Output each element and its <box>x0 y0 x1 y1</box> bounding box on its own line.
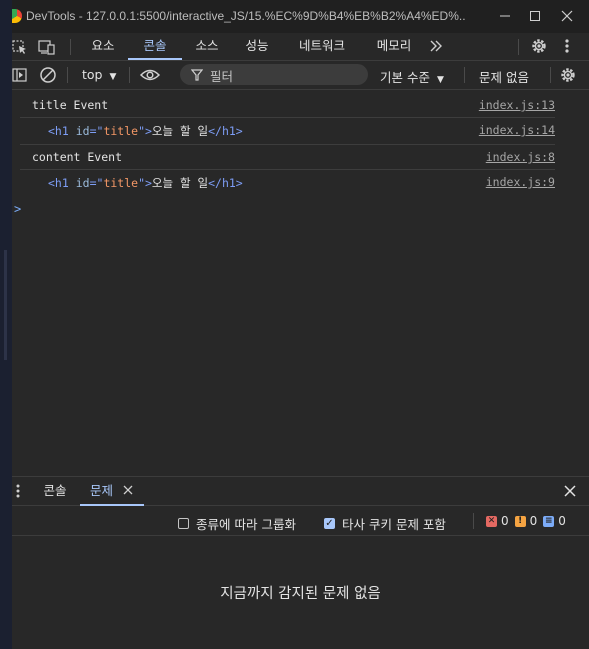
log-levels-label: 기본 수준 <box>380 70 430 85</box>
issues-counter[interactable]: 문제 없음 <box>479 67 529 86</box>
title-bar: DevTools - 127.0.0.1:5500/interactive_JS… <box>12 0 589 33</box>
block-icon <box>40 67 56 83</box>
filter-icon <box>191 69 203 81</box>
gear-icon <box>561 68 575 82</box>
drawer-menu-button[interactable] <box>14 483 22 502</box>
info-count: 0 <box>558 514 566 528</box>
close-tab-icon[interactable] <box>123 485 133 495</box>
drawer-tab-issues[interactable]: 문제 <box>80 477 144 506</box>
drawer-tab-issues-label: 문제 <box>90 483 114 498</box>
maximize-button[interactable] <box>520 6 550 26</box>
element-node[interactable]: <h1 id="title">오늘 할 일</h1> <box>48 175 243 191</box>
kebab-menu-icon <box>16 484 20 498</box>
eye-icon <box>139 69 161 81</box>
kebab-menu-icon <box>565 39 569 53</box>
error-count: 0 <box>501 514 509 528</box>
context-label: top <box>82 67 103 82</box>
close-drawer-button[interactable] <box>564 485 576 500</box>
log-text: title Event <box>32 98 109 112</box>
minimize-icon <box>500 15 510 17</box>
maximize-icon <box>530 11 540 21</box>
group-by-kind-label: 종류에 따라 그룹화 <box>196 517 296 532</box>
element-node[interactable]: <h1 id="title">오늘 할 일</h1> <box>48 123 243 139</box>
filter-placeholder: 필터 <box>210 69 234 84</box>
log-text: content Event <box>32 150 123 164</box>
gear-icon <box>532 39 546 53</box>
console-prompt[interactable]: > <box>14 202 21 216</box>
source-link[interactable]: index.js:13 <box>479 98 555 112</box>
no-issues-message: 지금까지 감지된 문제 없음 <box>220 586 381 602</box>
tab-performance[interactable]: 성능 <box>232 33 282 60</box>
issue-counts[interactable]: ✕ 0 ! 0 ≡ 0 <box>486 514 566 528</box>
third-party-checkbox[interactable]: ✓ <box>324 518 335 529</box>
source-link[interactable]: index.js:9 <box>486 175 555 189</box>
close-icon <box>564 485 576 497</box>
chrome-logo-icon <box>12 9 22 23</box>
divider <box>129 67 130 83</box>
inspect-element-button[interactable] <box>12 39 28 58</box>
tab-memory[interactable]: 메모리 <box>364 33 424 60</box>
tab-sources[interactable]: 소스 <box>182 33 232 60</box>
error-issue-icon: ✕ <box>486 515 497 527</box>
divider <box>67 67 68 83</box>
filter-input[interactable]: 필터 <box>180 64 368 85</box>
tab-elements[interactable]: 요소 <box>78 33 128 60</box>
toggle-sidebar-button[interactable] <box>12 67 28 86</box>
device-toolbar-button[interactable] <box>38 39 56 58</box>
live-expression-button[interactable] <box>139 68 161 85</box>
clear-console-button[interactable] <box>39 66 57 87</box>
console-message: <h1 id="title">오늘 할 일</h1> index.js:14 <box>20 118 555 145</box>
main-tab-bar: 요소 콘솔 소스 성능 네트워크 메모리 <box>12 33 589 61</box>
issues-toolbar: 종류에 따라 그룹화 ✓ 타사 쿠키 문제 포함 ✕ 0 ! 0 ≡ 0 <box>12 506 589 536</box>
device-toggle-icon <box>38 40 55 55</box>
divider <box>518 39 519 55</box>
console-toolbar: top ▼ 필터 기본 수준 ▼ 문제 없음 <box>12 61 589 90</box>
divider <box>550 67 551 83</box>
tab-network[interactable]: 네트워크 <box>284 33 360 60</box>
source-link[interactable]: index.js:8 <box>486 150 555 164</box>
drawer-tab-bar: 콘솔 문제 <box>12 476 589 506</box>
sidebar-toggle-icon <box>12 68 27 82</box>
divider <box>473 513 474 529</box>
drawer-tab-console[interactable]: 콘솔 <box>32 477 78 506</box>
divider <box>70 39 71 55</box>
console-message: <h1 id="title">오늘 할 일</h1> index.js:9 <box>20 170 555 197</box>
console-message: title Event index.js:13 <box>20 93 555 118</box>
info-issue-icon: ≡ <box>543 515 555 527</box>
console-message: content Event index.js:8 <box>20 145 555 170</box>
tab-console[interactable]: 콘솔 <box>128 33 182 60</box>
warning-count: 0 <box>529 514 538 528</box>
third-party-label: 타사 쿠키 문제 포함 <box>342 517 446 532</box>
source-link[interactable]: index.js:14 <box>479 123 555 137</box>
console-settings-button[interactable] <box>559 66 577 87</box>
background-window-strip <box>0 0 12 649</box>
window-title: DevTools - 127.0.0.1:5500/interactive_JS… <box>26 9 466 23</box>
log-levels-dropdown[interactable]: 기본 수준 ▼ <box>380 67 444 86</box>
third-party-cookies-option[interactable]: ✓ 타사 쿠키 문제 포함 <box>324 514 446 533</box>
dropdown-arrow-icon: ▼ <box>109 72 117 82</box>
divider <box>464 67 465 83</box>
inspect-icon <box>12 40 26 54</box>
group-by-kind-checkbox[interactable] <box>178 518 189 529</box>
more-tabs-button[interactable] <box>428 38 444 57</box>
warning-issue-icon: ! <box>514 515 526 527</box>
dropdown-arrow-icon: ▼ <box>436 75 444 85</box>
context-selector[interactable]: top ▼ <box>82 67 116 82</box>
minimize-button[interactable] <box>490 6 520 26</box>
close-window-button[interactable] <box>552 6 582 26</box>
close-icon <box>561 10 573 22</box>
customize-menu-button[interactable] <box>562 38 572 57</box>
group-by-kind-option[interactable]: 종류에 따라 그룹화 <box>178 514 296 533</box>
chevron-double-right-icon <box>430 40 442 52</box>
settings-button[interactable] <box>530 37 548 58</box>
